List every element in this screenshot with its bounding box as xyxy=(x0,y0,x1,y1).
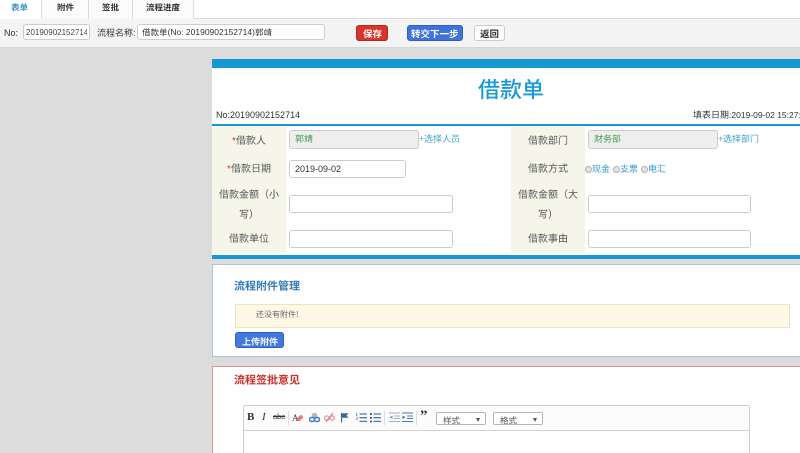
svg-text:2: 2 xyxy=(356,416,359,421)
